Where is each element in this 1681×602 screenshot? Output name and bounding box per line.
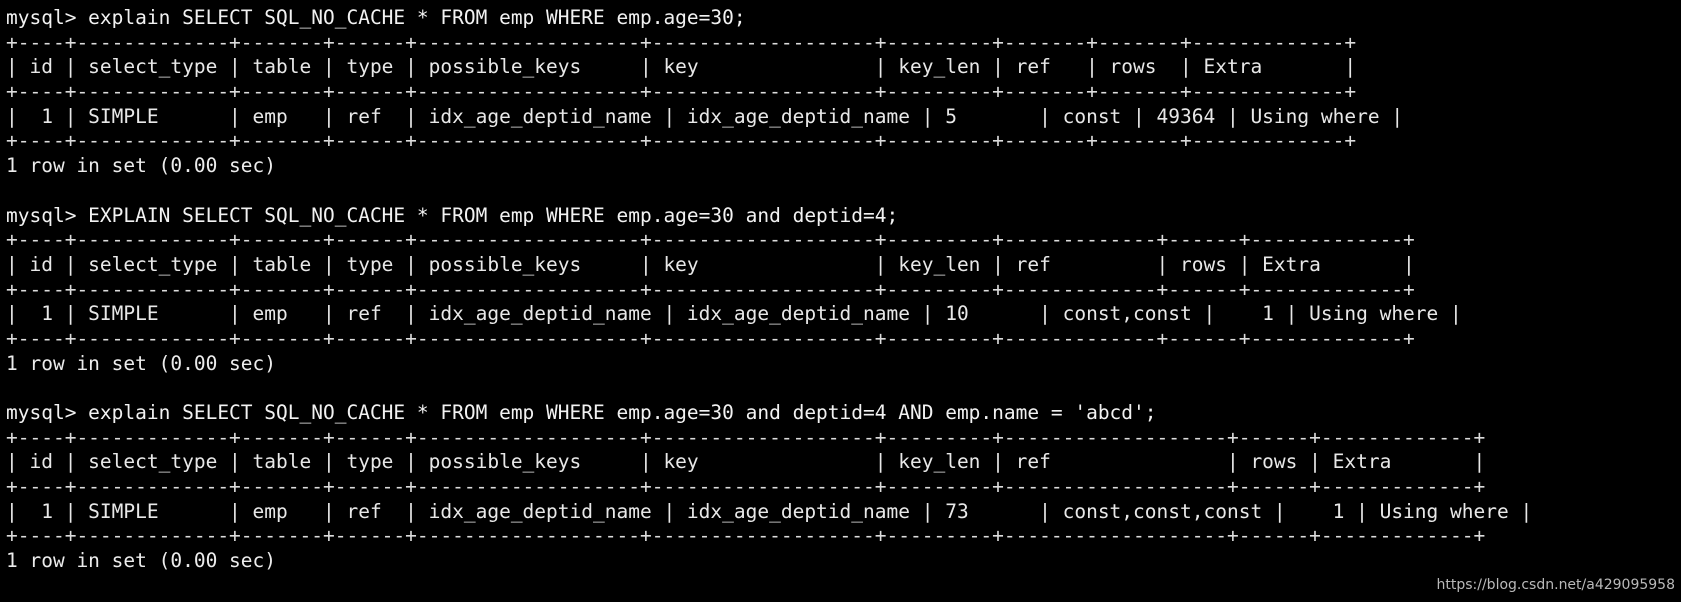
block-spacer-1 bbox=[6, 179, 1681, 204]
query-block-2: mysql> EXPLAIN SELECT SQL_NO_CACHE * FRO… bbox=[6, 204, 1681, 377]
status-line-2: 1 row in set (0.00 sec) bbox=[6, 351, 277, 375]
table-separator-top-1: +----+-------------+-------+------+-----… bbox=[6, 30, 1357, 54]
table-separator-mid-3: +----+-------------+-------+------+-----… bbox=[6, 475, 1486, 499]
command-line-2: mysql> EXPLAIN SELECT SQL_NO_CACHE * FRO… bbox=[6, 203, 899, 227]
status-line-1: 1 row in set (0.00 sec) bbox=[6, 154, 277, 178]
command-line-3: mysql> explain SELECT SQL_NO_CACHE * FRO… bbox=[6, 401, 1157, 424]
table-data-row-3: | 1 | SIMPLE | emp | ref | idx_age_depti… bbox=[6, 499, 1533, 523]
table-data-row-1: | 1 | SIMPLE | emp | ref | idx_age_depti… bbox=[6, 104, 1404, 128]
status-line-3: 1 row in set (0.00 sec) bbox=[6, 549, 277, 573]
watermark-text: https://blog.csdn.net/a429095958 bbox=[1436, 577, 1676, 594]
query-block-3: mysql> explain SELECT SQL_NO_CACHE * FRO… bbox=[6, 401, 1681, 574]
table-separator-bottom-1: +----+-------------+-------+------+-----… bbox=[6, 129, 1357, 153]
terminal-window[interactable]: mysql> explain SELECT SQL_NO_CACHE * FRO… bbox=[0, 0, 1681, 602]
table-header-row-2: | id | select_type | table | type | poss… bbox=[6, 252, 1415, 276]
table-separator-mid-2: +----+-------------+-------+------+-----… bbox=[6, 277, 1415, 301]
table-separator-bottom-3: +----+-------------+-------+------+-----… bbox=[6, 524, 1486, 548]
command-line-1: mysql> explain SELECT SQL_NO_CACHE * FRO… bbox=[6, 6, 746, 29]
table-separator-bottom-2: +----+-------------+-------+------+-----… bbox=[6, 326, 1415, 350]
table-separator-top-3: +----+-------------+-------+------+-----… bbox=[6, 425, 1486, 449]
table-separator-mid-1: +----+-------------+-------+------+-----… bbox=[6, 80, 1357, 104]
table-header-row-1: | id | select_type | table | type | poss… bbox=[6, 55, 1357, 79]
table-separator-top-2: +----+-------------+-------+------+-----… bbox=[6, 228, 1415, 252]
table-data-row-2: | 1 | SIMPLE | emp | ref | idx_age_depti… bbox=[6, 302, 1462, 326]
table-header-row-3: | id | select_type | table | type | poss… bbox=[6, 450, 1486, 474]
query-block-1: mysql> explain SELECT SQL_NO_CACHE * FRO… bbox=[6, 6, 1681, 179]
block-spacer-2 bbox=[6, 376, 1681, 401]
